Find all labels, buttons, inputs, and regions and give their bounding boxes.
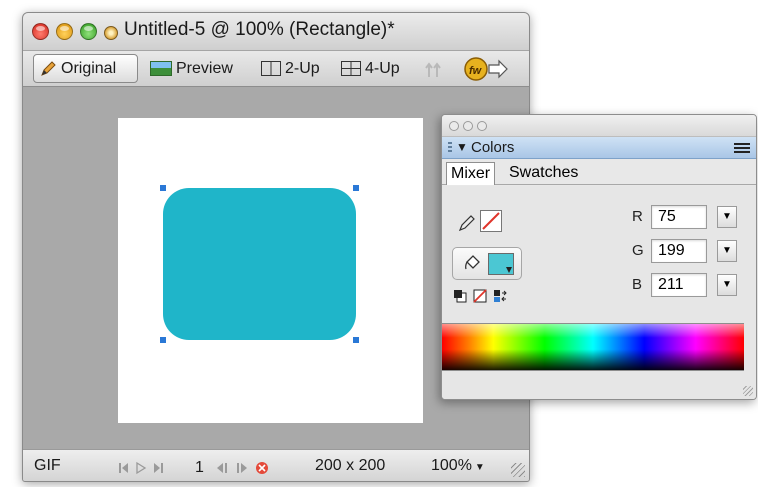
red-channel-input[interactable]: 75 <box>651 205 707 229</box>
panel-minimize-button[interactable] <box>463 121 473 131</box>
panel-title: Colors <box>471 139 515 156</box>
grip-icon[interactable] <box>448 142 452 154</box>
status-bar: GIF 1 200 x 200 100% ▼ <box>23 449 529 481</box>
first-frame-icon[interactable] <box>119 463 128 473</box>
red-channel-dropdown[interactable]: ▼ <box>717 206 737 228</box>
tab-preview[interactable]: Preview <box>145 54 238 83</box>
panel-close-button[interactable] <box>449 121 459 131</box>
panel-titlebar[interactable] <box>442 115 756 137</box>
selection-handle[interactable] <box>353 185 359 191</box>
tab-4-up[interactable]: 4-Up <box>336 54 405 83</box>
default-colors-icon[interactable] <box>453 289 467 303</box>
export-icon[interactable] <box>425 59 445 79</box>
colors-panel: ▼ Colors Mixer Swatches R 75 ▼ G 199 ▼ B… <box>441 114 757 400</box>
tab-preview-label: Preview <box>176 59 233 77</box>
rounded-rectangle[interactable] <box>163 188 356 340</box>
channel-label-b: B <box>632 276 643 293</box>
swap-colors-icon[interactable] <box>493 289 507 303</box>
stroke-color-swatch[interactable] <box>480 210 502 232</box>
window-title: Untitled-5 @ 100% (Rectangle)* <box>124 19 395 40</box>
tab-swatches[interactable]: Swatches <box>509 164 578 182</box>
tab-mixer[interactable]: Mixer <box>446 162 496 185</box>
panel-menu-icon[interactable] <box>734 143 750 154</box>
view-toolbar: Original Preview 2-Up 4-Up fw <box>23 51 529 87</box>
minimize-button[interactable] <box>56 23 73 40</box>
next-frame-icon[interactable] <box>237 463 247 473</box>
no-color-icon[interactable] <box>473 289 487 303</box>
quick-export-icon[interactable]: fw <box>463 55 509 83</box>
channel-label-g: G <box>632 242 644 259</box>
panel-header[interactable]: ▼ Colors <box>442 137 756 159</box>
panel-resize-grip[interactable] <box>743 386 753 396</box>
spectrum-shade <box>442 324 744 370</box>
stop-icon[interactable] <box>256 462 268 474</box>
close-button[interactable] <box>32 23 49 40</box>
chevron-down-icon: ▼ <box>474 462 485 473</box>
panel-zoom-button[interactable] <box>477 121 487 131</box>
document-size: 200 x 200 <box>315 457 386 474</box>
last-frame-icon[interactable] <box>154 463 163 473</box>
panel-tabs: Mixer Swatches <box>442 159 756 185</box>
fill-color-swatch[interactable] <box>488 253 514 275</box>
document-icon <box>104 26 118 40</box>
green-channel-dropdown[interactable]: ▼ <box>717 240 737 262</box>
window-titlebar[interactable]: Untitled-5 @ 100% (Rectangle)* <box>23 13 529 51</box>
tab-4-up-label: 4-Up <box>365 59 400 77</box>
two-up-icon <box>261 61 281 76</box>
play-icon[interactable] <box>136 461 147 475</box>
collapse-triangle-icon[interactable]: ▼ <box>456 140 468 154</box>
channel-label-r: R <box>632 208 643 225</box>
fill-bucket-icon <box>465 255 480 270</box>
svg-text:fw: fw <box>469 65 483 77</box>
format-label: GIF <box>34 457 61 474</box>
four-up-icon <box>341 61 361 76</box>
selection-handle[interactable] <box>353 337 359 343</box>
tab-2-up-label: 2-Up <box>285 59 320 77</box>
frame-number: 1 <box>195 459 204 476</box>
tab-original[interactable]: Original <box>33 54 138 83</box>
zoom-value: 100% <box>431 457 472 474</box>
selection-handle[interactable] <box>160 337 166 343</box>
resize-grip[interactable] <box>511 463 525 477</box>
pencil-icon <box>41 60 56 76</box>
green-channel-input[interactable]: 199 <box>651 239 707 263</box>
blue-channel-dropdown[interactable]: ▼ <box>717 274 737 296</box>
color-spectrum[interactable] <box>442 323 744 371</box>
blue-channel-input[interactable]: 211 <box>651 273 707 297</box>
tab-2-up[interactable]: 2-Up <box>256 54 325 83</box>
preview-icon <box>150 61 172 76</box>
selection-handle[interactable] <box>160 185 166 191</box>
tab-original-label: Original <box>61 59 117 77</box>
zoom-button[interactable] <box>80 23 97 40</box>
stroke-pencil-icon <box>458 215 475 232</box>
prev-frame-icon[interactable] <box>217 463 227 473</box>
fill-color-box[interactable] <box>452 247 522 280</box>
artboard[interactable] <box>118 118 423 423</box>
zoom-select[interactable]: 100% ▼ <box>431 457 485 475</box>
no-stroke-icon <box>482 212 500 230</box>
